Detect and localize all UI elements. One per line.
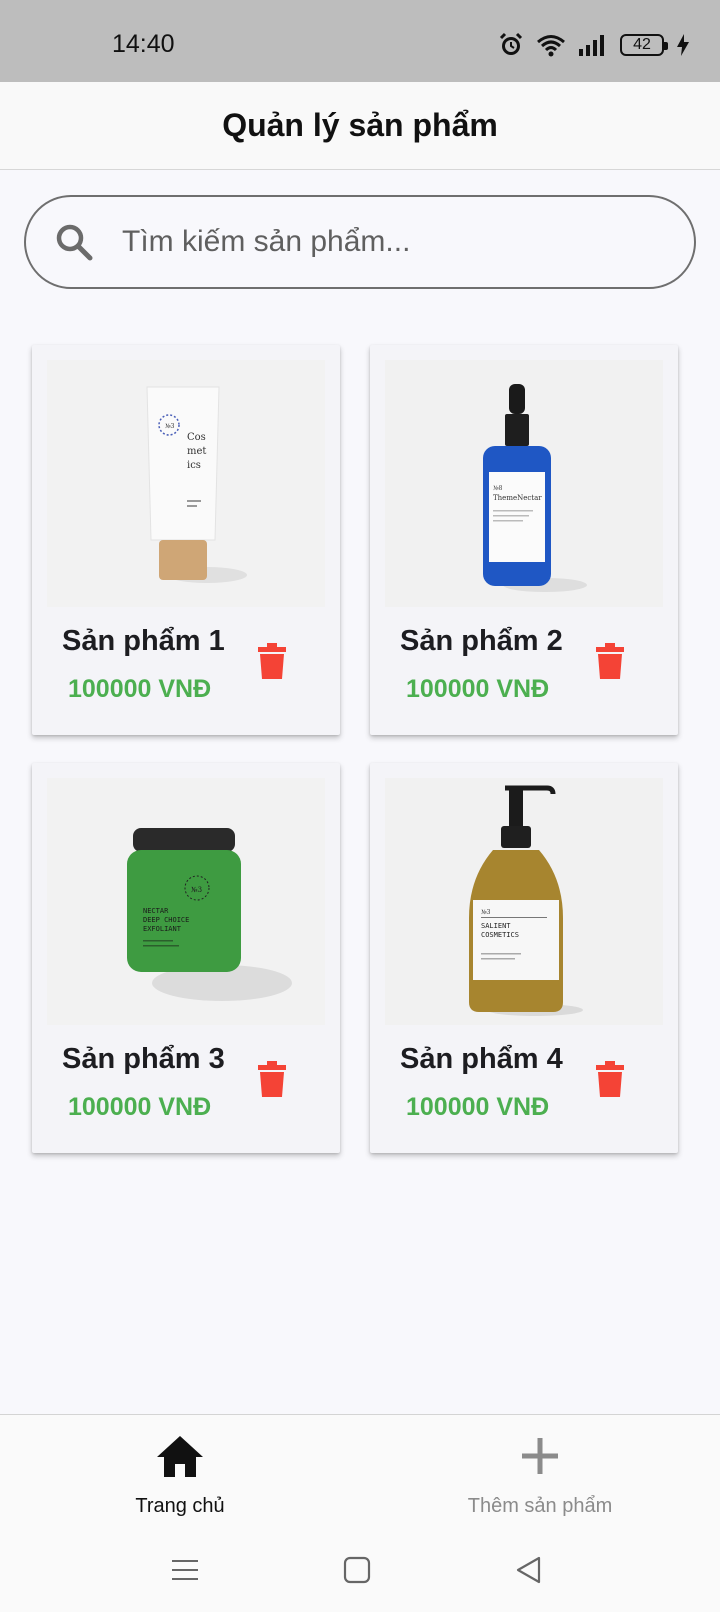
- back-icon[interactable]: [513, 1554, 545, 1586]
- app-header: Quản lý sản phẩm: [0, 82, 720, 170]
- plus-icon: [522, 1438, 558, 1474]
- status-icons: 42: [498, 30, 690, 60]
- product-name: Sản phẩm 4: [400, 1043, 563, 1075]
- product-card[interactable]: №8 ThemeNectar Sản phẩm 2 100000 VNĐ: [370, 345, 678, 735]
- svg-text:SALIENT: SALIENT: [481, 922, 511, 930]
- product-price: 100000 VNĐ: [68, 675, 212, 703]
- delete-icon[interactable]: [258, 643, 286, 679]
- svg-text:Cos: Cos: [187, 432, 206, 443]
- search-input[interactable]: [122, 225, 642, 259]
- status-bar: 14:40 42: [0, 0, 720, 82]
- svg-text:№8: №8: [493, 485, 503, 492]
- product-card[interactable]: №3 SALIENT COSMETICS Sản phẩm 4 100000 V…: [370, 763, 678, 1153]
- product-card[interactable]: №3 NECTAR DEEP CHOICE EXFOLIANT Sản phẩm…: [32, 763, 340, 1153]
- status-time: 14:40: [112, 30, 175, 58]
- product-image-amber-pump-bottle: №3 SALIENT COSMETICS: [385, 778, 663, 1025]
- page-title: Quản lý sản phẩm: [222, 107, 498, 143]
- product-image-blue-dropper-bottle: №8 ThemeNectar: [385, 360, 663, 607]
- svg-text:№3: №3: [481, 909, 491, 916]
- svg-text:met: met: [187, 446, 206, 457]
- product-price: 100000 VNĐ: [68, 1093, 212, 1121]
- battery-icon: 42: [620, 34, 668, 56]
- wifi-icon: [537, 35, 565, 57]
- search-bar[interactable]: [24, 195, 696, 289]
- product-name: Sản phẩm 2: [400, 625, 563, 657]
- svg-text:DEEP CHOICE: DEEP CHOICE: [143, 916, 189, 924]
- svg-text:№3: №3: [165, 423, 175, 430]
- product-name: Sản phẩm 1: [62, 625, 225, 657]
- svg-text:NECTAR: NECTAR: [143, 907, 169, 915]
- nav-home[interactable]: Trang chủ: [0, 1415, 360, 1531]
- signal-icon: [579, 35, 604, 56]
- system-navigation-bar: [0, 1530, 720, 1612]
- delete-icon[interactable]: [596, 1061, 624, 1097]
- product-price: 100000 VNĐ: [406, 1093, 550, 1121]
- nav-add-product-label: Thêm sản phẩm: [467, 1495, 613, 1517]
- product-name: Sản phẩm 3: [62, 1043, 225, 1075]
- alarm-icon: [499, 32, 523, 55]
- product-image-cosmetic-tube: №3 Cos met ics: [47, 360, 325, 607]
- product-card[interactable]: №3 Cos met ics Sản phẩm 1 100000 VNĐ: [32, 345, 340, 735]
- home-square-icon[interactable]: [341, 1554, 373, 1586]
- svg-text:EXFOLIANT: EXFOLIANT: [143, 925, 182, 933]
- search-icon: [56, 224, 93, 261]
- bottom-navigation: Trang chủ Thêm sản phẩm: [0, 1414, 720, 1530]
- charging-icon: [677, 34, 689, 56]
- menu-icon[interactable]: [169, 1554, 201, 1586]
- nav-home-label: Trang chủ: [135, 1495, 225, 1517]
- home-icon: [157, 1436, 203, 1477]
- svg-text:ics: ics: [187, 460, 201, 471]
- nav-add-product[interactable]: Thêm sản phẩm: [360, 1415, 720, 1531]
- delete-icon[interactable]: [258, 1061, 286, 1097]
- product-image-green-jar: №3 NECTAR DEEP CHOICE EXFOLIANT: [47, 778, 325, 1025]
- delete-icon[interactable]: [596, 643, 624, 679]
- product-price: 100000 VNĐ: [406, 675, 550, 703]
- svg-text:ThemeNectar: ThemeNectar: [493, 494, 542, 502]
- svg-text:№3: №3: [191, 886, 202, 894]
- svg-text:COSMETICS: COSMETICS: [481, 931, 519, 939]
